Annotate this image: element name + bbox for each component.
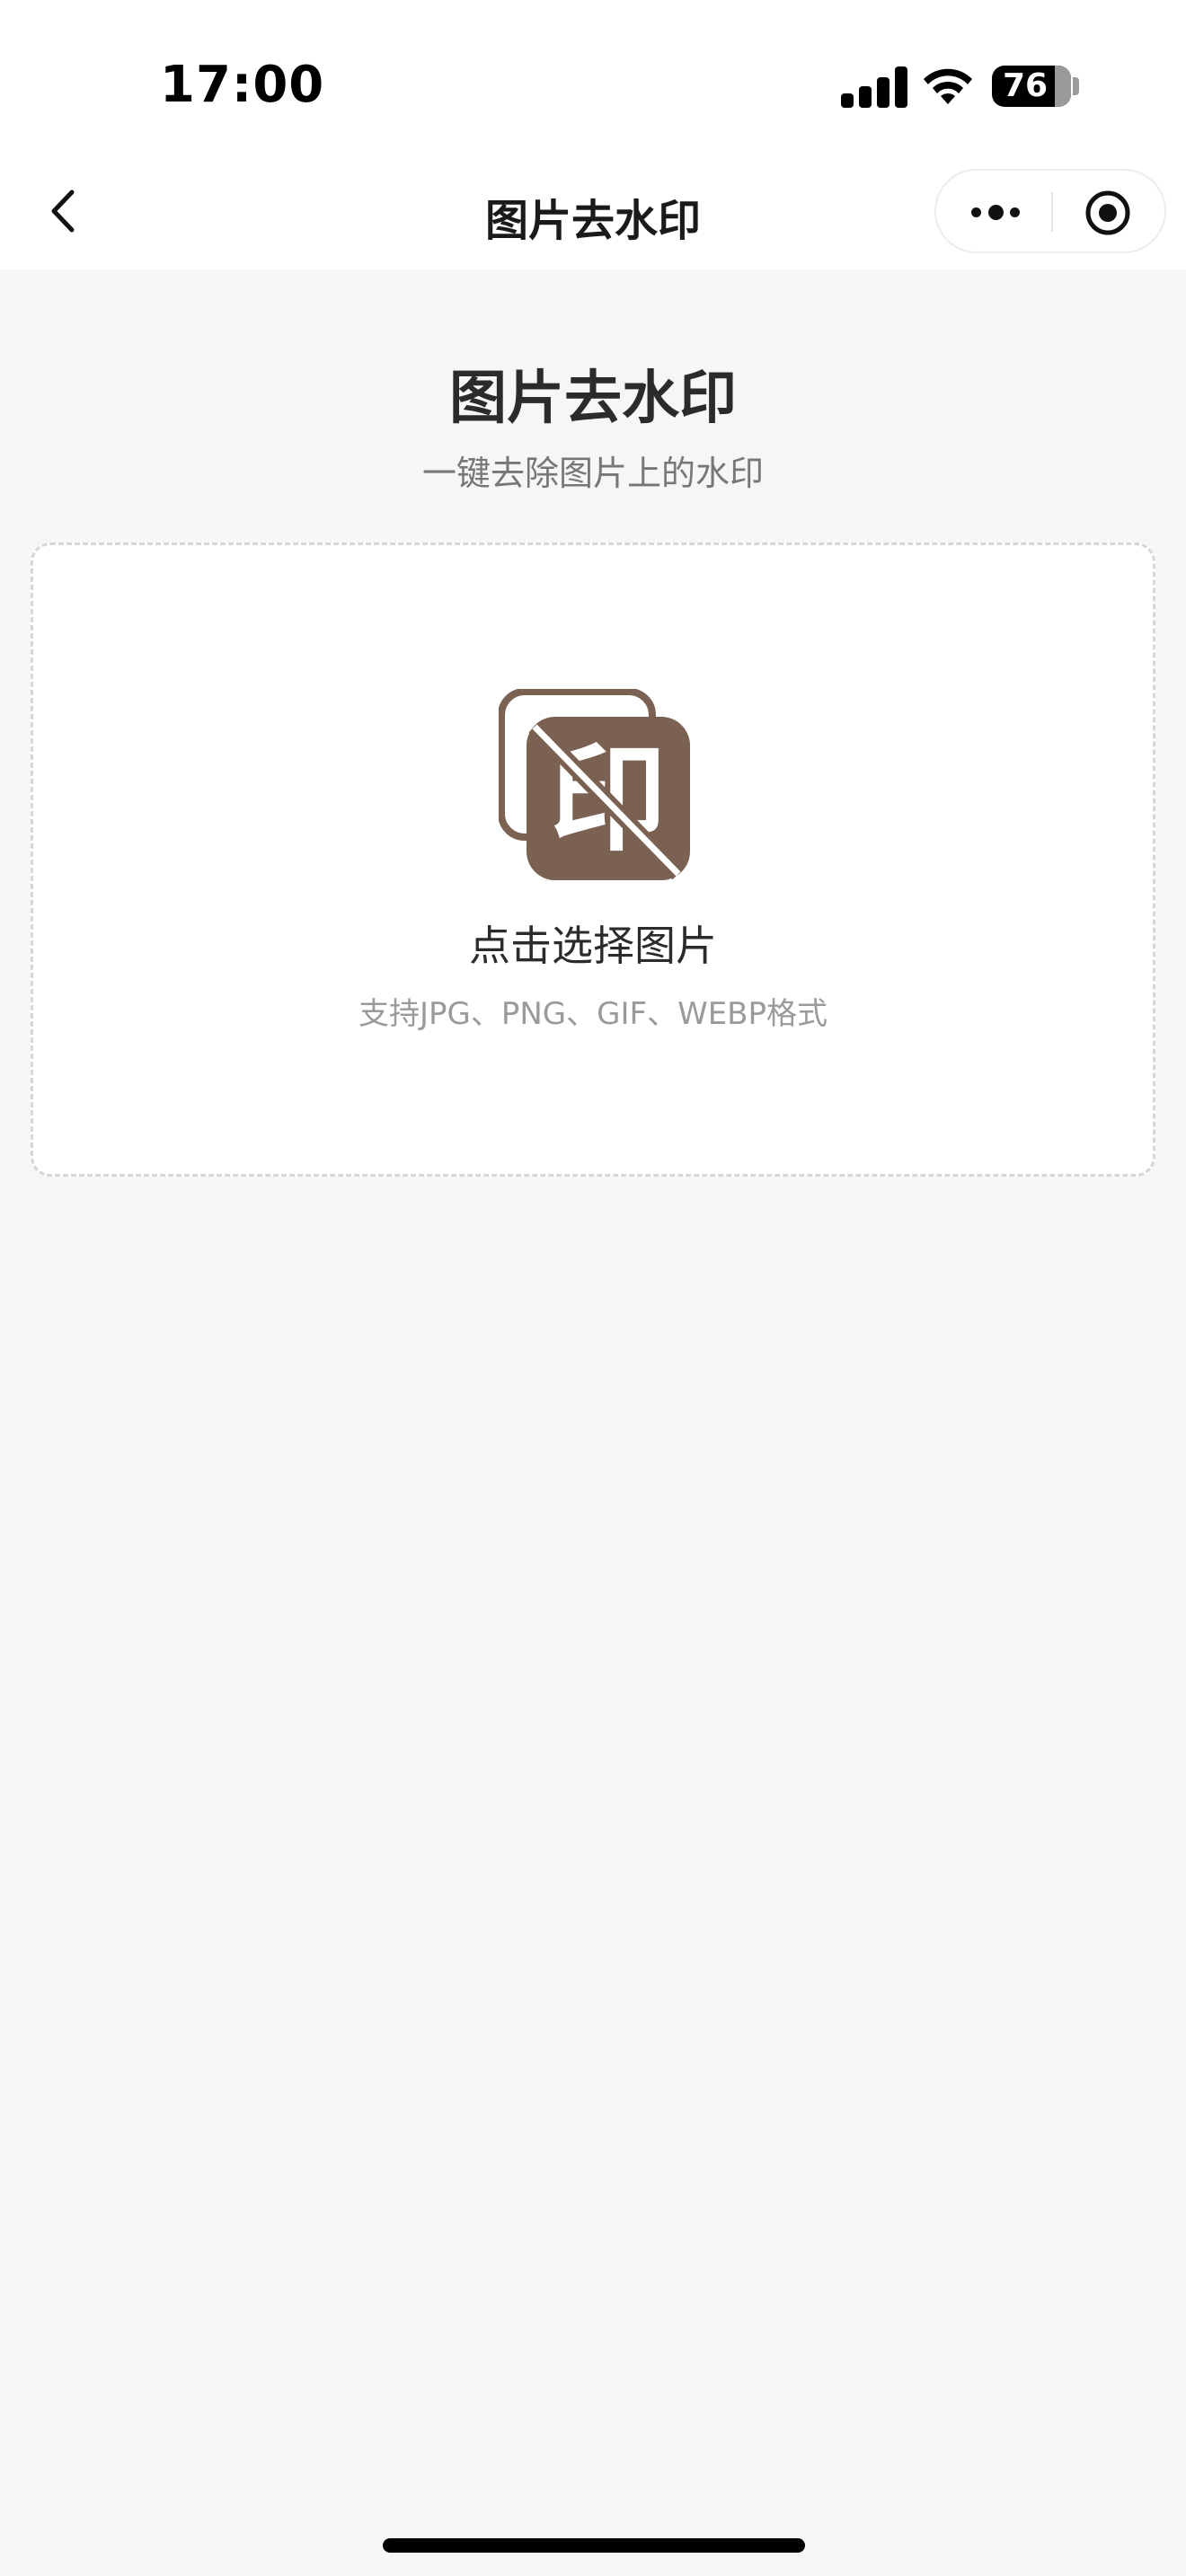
battery-level: 76 — [1002, 67, 1049, 104]
back-button[interactable] — [32, 176, 102, 246]
page-title: 图片去水印 — [449, 366, 737, 432]
capsule-divider — [1051, 192, 1053, 232]
page-subtitle: 一键去除图片上的水印 — [421, 454, 764, 493]
status-time: 17:00 — [160, 56, 325, 114]
cellular-signal-icon — [841, 66, 913, 108]
more-button[interactable] — [958, 187, 1033, 237]
battery-icon: 76 — [992, 66, 1071, 107]
upload-area[interactable]: 印 点击选择图片 支持JPG、PNG、GIF、WEBP格式 — [31, 543, 1155, 1177]
upload-format-hint: 支持JPG、PNG、GIF、WEBP格式 — [358, 996, 828, 1032]
close-mini-program-button[interactable] — [1084, 189, 1132, 237]
nav-title: 图片去水印 — [484, 196, 701, 246]
watermark-remove-icon: 印 — [499, 689, 690, 880]
upload-label[interactable]: 点击选择图片 — [33, 913, 1153, 973]
status-bar: 17:00 76 — [0, 0, 1186, 153]
mini-program-capsule — [934, 169, 1166, 253]
wifi-icon — [924, 68, 972, 104]
nav-bar: 图片去水印 — [0, 153, 1186, 269]
battery-cap — [1073, 77, 1079, 95]
home-indicator — [383, 2538, 805, 2553]
